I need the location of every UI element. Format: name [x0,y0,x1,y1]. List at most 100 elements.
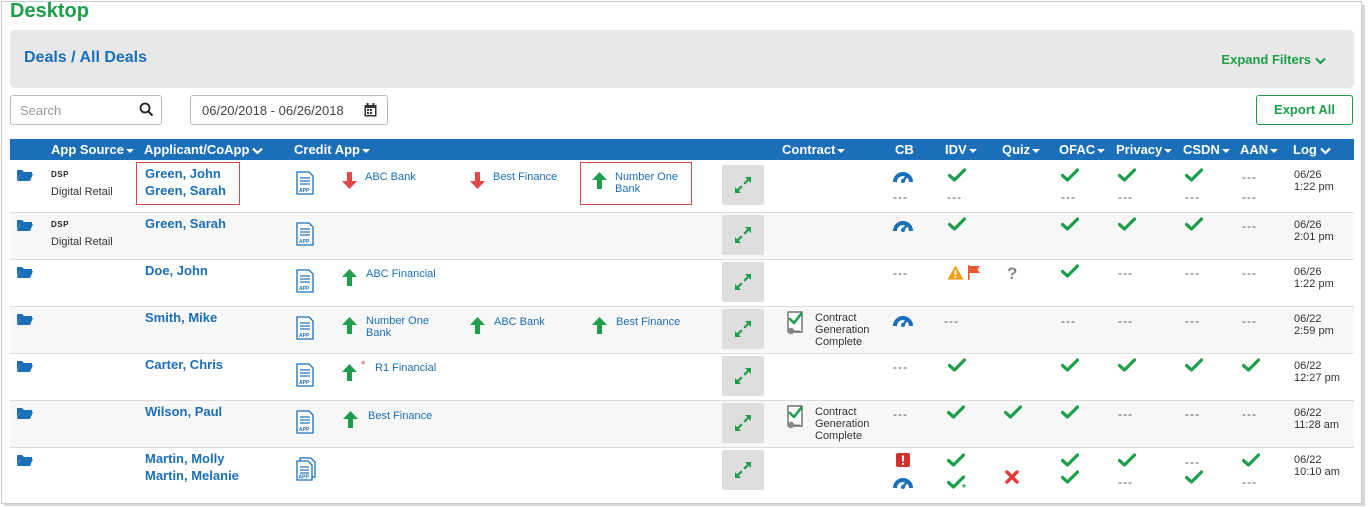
check-icon[interactable] [1184,470,1204,489]
credit-app-doc-icon[interactable]: APP [295,171,315,200]
check-icon[interactable] [1060,470,1080,489]
expand-row-button[interactable] [722,356,764,396]
contract-doc-icon[interactable] [786,311,808,340]
check-icon[interactable] [1060,358,1080,377]
check-star-icon[interactable]: * [946,475,969,496]
credit-app-doc-icon[interactable]: APP [295,269,315,298]
folder-icon[interactable] [16,453,34,472]
date-range-picker[interactable]: 06/20/2018 - 06/26/2018 [190,95,388,125]
expand-row-button[interactable] [722,309,764,349]
app-source: Digital Retail [51,236,113,248]
expand-row-button[interactable] [722,262,764,302]
check-icon[interactable] [1117,168,1137,187]
check-icon[interactable] [946,453,966,472]
col-idv[interactable]: IDV [945,142,977,157]
check-icon[interactable] [1003,405,1023,424]
question-icon[interactable]: ? [1007,264,1019,286]
check-icon[interactable] [946,405,966,424]
applicant-name[interactable]: Carter, Chris [145,356,223,373]
check-icon[interactable] [1241,358,1261,377]
export-all-button[interactable]: Export All [1256,95,1353,125]
check-icon[interactable] [1241,453,1261,472]
check-icon[interactable] [947,358,967,377]
lender-link[interactable]: ABC Bank [365,171,416,183]
gauge-icon[interactable] [892,474,914,495]
coapplicant-name[interactable]: Green, Sarah [145,182,226,199]
applicant-name[interactable]: Smith, Mike [145,309,217,326]
flag-icon[interactable] [967,265,981,285]
lender-link[interactable]: R1 Financial [375,362,436,374]
caret-down-icon [1221,148,1230,153]
applicant-name[interactable]: Green, Sarah [145,215,226,232]
search-field[interactable] [10,95,162,125]
arrow-up-icon [342,317,357,339]
check-icon[interactable] [1117,358,1137,377]
col-aan[interactable]: AAN [1240,142,1279,157]
lender-link[interactable]: Best Finance [368,410,432,422]
applicant-name[interactable]: Green, John [145,165,221,182]
lender-link[interactable]: ABC Bank [494,316,545,328]
log-time: 12:27 pm [1294,372,1340,384]
search-input[interactable] [11,96,129,124]
applicant-name[interactable]: Wilson, Paul [145,403,222,420]
expand-row-button[interactable] [722,165,764,205]
credit-app-doc-icon[interactable]: APP [295,363,315,392]
col-log[interactable]: Log [1293,142,1331,157]
folder-icon[interactable] [16,359,34,378]
x-icon[interactable] [1005,470,1019,489]
check-icon[interactable] [947,168,967,187]
svg-text:APP: APP [299,239,310,245]
gauge-icon[interactable] [892,312,914,333]
lender-link[interactable]: ABC Financial [366,268,436,280]
check-icon[interactable] [1184,358,1204,377]
coapplicant-name[interactable]: Martin, Melanie [145,467,239,484]
applicant-name[interactable]: Martin, Molly [145,450,224,467]
lender-link[interactable]: Number One Bank [366,315,446,339]
check-icon[interactable] [1184,217,1204,236]
check-icon[interactable] [947,217,967,236]
caret-down-icon [837,148,846,153]
col-privacy[interactable]: Privacy [1116,142,1173,157]
check-icon[interactable] [1060,264,1080,283]
col-quiz[interactable]: Quiz [1002,142,1041,157]
col-credit-app[interactable]: Credit App [294,142,370,157]
caret-down-icon [1032,148,1041,153]
idv-empty: --- [944,314,959,328]
check-icon[interactable] [1117,217,1137,236]
contract-doc-icon[interactable] [786,405,808,434]
lender-link[interactable]: Best Finance [493,171,557,183]
check-icon[interactable] [1060,168,1080,187]
gauge-icon[interactable] [892,217,914,238]
col-csdn[interactable]: CSDN [1183,142,1230,157]
lender-link[interactable]: Number One Bank [615,171,687,195]
col-app-source[interactable]: App Source [51,142,134,157]
credit-app-doc-icon[interactable]: APP [295,222,315,251]
folder-icon[interactable] [16,406,34,425]
gauge-icon[interactable] [892,168,914,189]
check-icon[interactable] [1060,217,1080,236]
check-icon[interactable] [1060,405,1080,424]
col-contract[interactable]: Contract [782,142,846,157]
col-applicant[interactable]: Applicant/CoApp [144,142,264,157]
expand-row-button[interactable] [722,215,764,255]
alert-icon[interactable] [896,453,910,472]
calendar-icon[interactable] [364,103,377,117]
expand-row-button[interactable] [722,450,764,490]
folder-icon[interactable] [16,168,34,187]
credit-app-doc-icon[interactable]: APP [295,410,315,439]
applicant-name[interactable]: Doe, John [145,262,208,279]
search-icon[interactable] [139,102,154,117]
folder-icon[interactable] [16,312,34,331]
col-cb[interactable]: CB [895,142,914,157]
lender-link[interactable]: Best Finance [616,316,680,328]
check-icon[interactable] [1184,168,1204,187]
folder-icon[interactable] [16,265,34,284]
folder-icon[interactable] [16,218,34,237]
warning-icon[interactable] [947,265,964,285]
expand-row-button[interactable] [722,403,764,443]
check-icon[interactable] [1117,453,1137,472]
credit-app-doc-icon[interactable]: APP [295,316,315,345]
col-ofac[interactable]: OFAC [1059,142,1106,157]
expand-filters-button[interactable]: Expand Filters [1221,52,1326,67]
credit-app-docs-icon[interactable]: APP [295,457,317,486]
